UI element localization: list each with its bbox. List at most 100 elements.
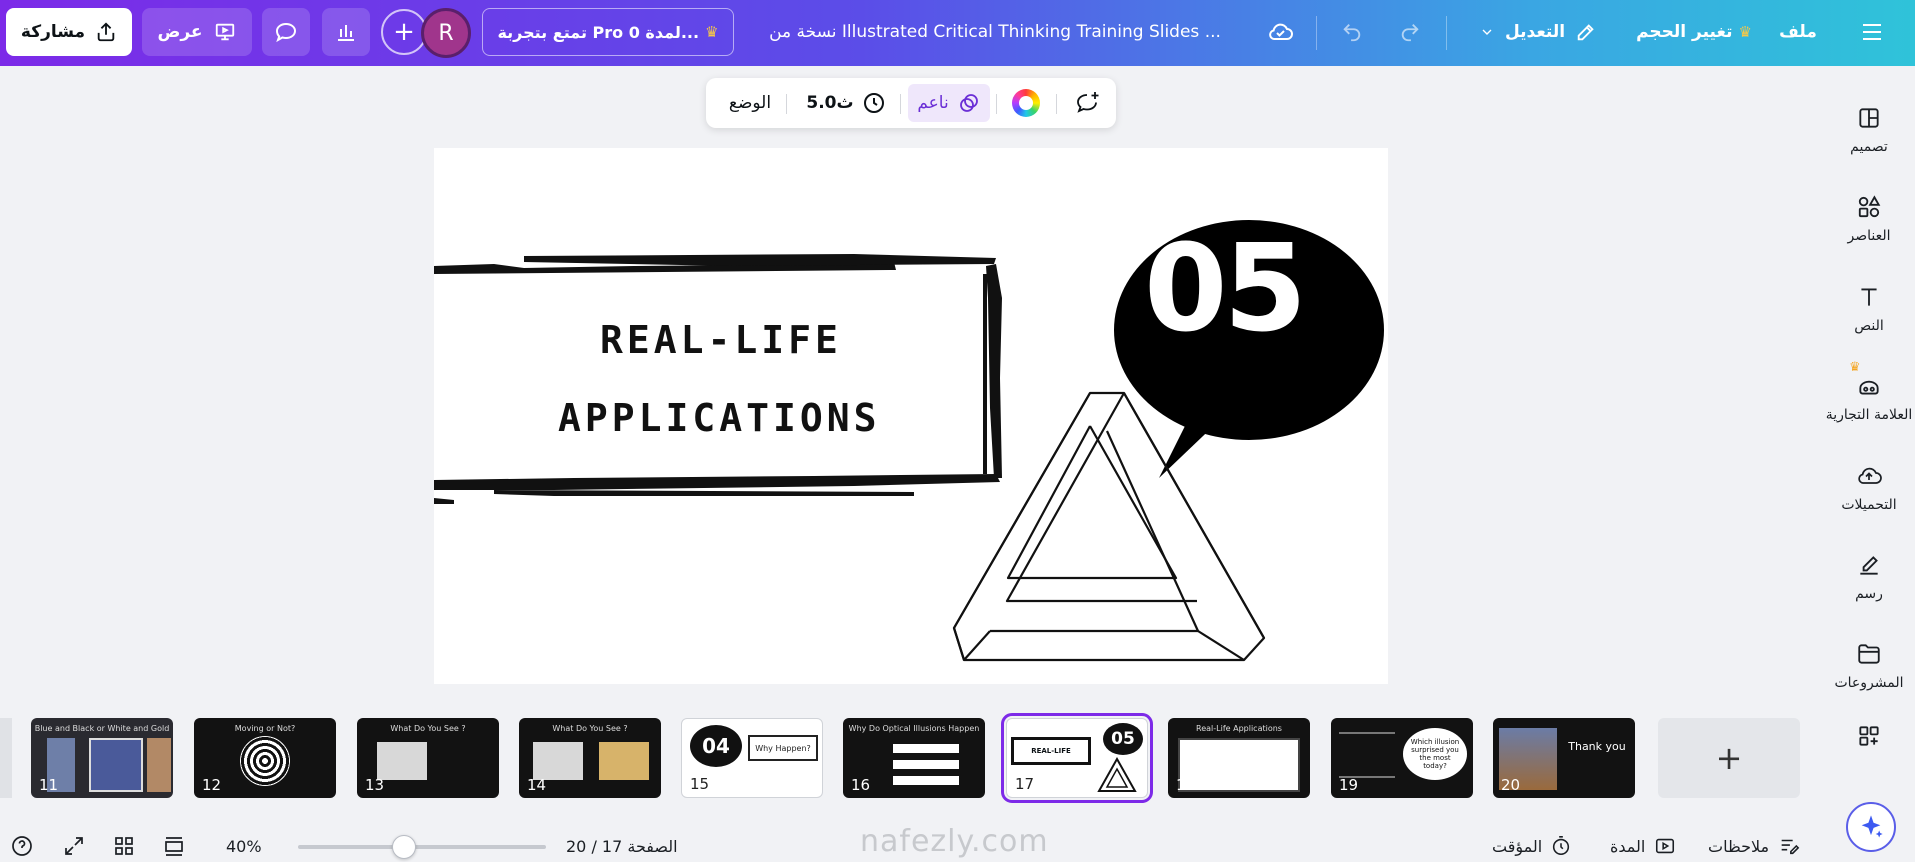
cloud-save-button[interactable] — [1258, 14, 1302, 50]
add-comment-button[interactable] — [1068, 84, 1108, 122]
page-thumbnail-17[interactable]: REAL-LIFE 05 17 — [1001, 713, 1153, 803]
main-menu-button[interactable] — [1850, 14, 1894, 50]
redo-button[interactable] — [1388, 14, 1432, 50]
thumbnail-title: Why Do Optical Illusions Happen — [848, 724, 980, 733]
crown-icon: ♛ — [705, 23, 719, 41]
insights-button[interactable] — [322, 8, 370, 56]
divider — [786, 94, 787, 114]
page-thumbnail-12[interactable]: Moving or Not? 12 — [194, 718, 336, 798]
folder-icon — [1858, 644, 1880, 664]
sidebar-item-label: العلامة التجارية — [1825, 407, 1913, 423]
zoom-slider[interactable] — [298, 835, 546, 859]
scroll-edge — [0, 718, 12, 798]
sidebar-item-projects[interactable]: المشروعات — [1823, 626, 1915, 706]
thumbnail-number: 11 — [39, 776, 59, 794]
pro-trial-button[interactable]: تمتع بتجربة Pro لمدة 0... ♛ — [482, 8, 734, 56]
brand-icon — [1859, 380, 1879, 395]
page-thumbnail-15[interactable]: 04 Why Happen? 15 — [681, 718, 823, 798]
animation-duration-button[interactable]: 5.0ث — [796, 84, 896, 122]
slide-title-line1[interactable]: REAL-LIFE — [600, 318, 842, 362]
page-thumbnail-20[interactable]: Thank you 20 — [1493, 718, 1635, 798]
file-menu[interactable]: ملف — [1770, 14, 1826, 50]
sidebar-item-label: تصميم — [1850, 139, 1888, 155]
present-label: عرض — [157, 22, 203, 42]
thumbnail-slide-title: REAL-LIFE — [1011, 737, 1091, 765]
crown-icon: ♛ — [1738, 23, 1752, 41]
divider — [1056, 94, 1057, 114]
sidebar-item-uploads[interactable]: التحميلات — [1823, 448, 1915, 528]
play-screen-icon — [1656, 838, 1675, 854]
pro-trial-label: تمتع بتجربة Pro لمدة 0... — [497, 22, 700, 42]
sidebar-item-label: النص — [1854, 318, 1884, 334]
page-thumbnail-19[interactable]: Which illusion surprised you the most to… — [1331, 718, 1473, 798]
sidebar-item-label: المشروعات — [1834, 675, 1904, 691]
undo-button[interactable] — [1330, 14, 1374, 50]
pages-icon — [165, 837, 183, 856]
notes-button[interactable]: ملاحظات — [1708, 832, 1801, 860]
divider — [996, 94, 997, 114]
add-page-button[interactable]: + — [1658, 718, 1800, 798]
chevron-down-icon — [1482, 29, 1492, 35]
share-button[interactable]: مشاركة — [6, 8, 132, 56]
design-icon — [1859, 108, 1879, 128]
sidebar-item-text[interactable]: النص — [1823, 269, 1915, 349]
side-panel: تصميم العناصر النص ♛ العلامة التجارية ال… — [1823, 66, 1915, 796]
expand-icon — [65, 837, 83, 855]
thumbnail-number: 14 — [527, 776, 547, 794]
bubble-number: 05 — [1103, 723, 1143, 755]
thumbnail-title: Which illusion surprised you the most to… — [1403, 728, 1467, 780]
timer-button[interactable]: المؤقت — [1492, 832, 1572, 860]
comment-button[interactable] — [262, 8, 310, 56]
sidebar-item-apps[interactable] — [1823, 716, 1915, 756]
sidebar-item-design[interactable]: تصميم — [1823, 90, 1915, 170]
page-thumbnail-14[interactable]: What Do You See ? 14 — [519, 718, 661, 798]
animation-style-button[interactable]: ناعم — [908, 84, 990, 122]
thumbnail-number: 20 — [1501, 776, 1521, 794]
grid-view-button[interactable] — [112, 832, 136, 860]
color-picker-button[interactable] — [1006, 84, 1046, 122]
page-thumbnail-11[interactable]: Blue and Black or White and Gold 11 — [31, 718, 173, 798]
page-thumbnail-18[interactable]: Real-Life Applications 18 — [1168, 718, 1310, 798]
text-box — [893, 760, 959, 769]
slide-title-line2[interactable]: APPLICATIONS — [558, 396, 881, 440]
thumbnail-number: 13 — [365, 776, 385, 794]
cloud-check-icon — [1269, 23, 1293, 40]
resize-button[interactable]: تغيير الحجم ♛ — [1630, 14, 1758, 50]
text-box — [893, 744, 959, 753]
sidebar-item-elements[interactable]: العناصر — [1823, 179, 1915, 259]
bar-chart-icon — [338, 25, 354, 41]
watermark: nafezly.com — [860, 824, 1049, 859]
fullscreen-button[interactable] — [62, 832, 86, 860]
zoom-slider-handle[interactable] — [391, 835, 416, 859]
document-title[interactable]: نسخة من Illustrated Critical Thinking Tr… — [760, 14, 1230, 50]
illusion-image — [240, 736, 290, 786]
thumbnail-number: 16 — [851, 776, 871, 794]
ai-assistant-button[interactable] — [1846, 802, 1896, 852]
position-button[interactable]: الوضع — [714, 84, 786, 122]
thumbnail-number: 17 — [1015, 775, 1035, 793]
thumbnail-number: 18 — [1176, 776, 1196, 794]
apps-icon — [1859, 726, 1879, 746]
sidebar-item-brand[interactable]: ♛ العلامة التجارية — [1823, 358, 1915, 438]
pages-view-button[interactable] — [162, 832, 186, 860]
page-thumbnails: Blue and Black or White and Gold 11 Movi… — [0, 712, 1820, 803]
thumbnail-title: Thank you — [1568, 740, 1626, 753]
duration-button[interactable]: المدة — [1610, 832, 1677, 860]
slide-canvas[interactable]: REAL-LIFE APPLICATIONS 05 — [434, 148, 1388, 684]
divider — [1446, 16, 1447, 50]
upload-icon — [1858, 467, 1882, 484]
zoom-level[interactable]: 40% — [226, 832, 262, 860]
avatar[interactable]: R — [421, 8, 471, 58]
illusion-image — [533, 742, 583, 780]
resize-label: تغيير الحجم — [1636, 22, 1733, 42]
present-button[interactable]: عرض — [142, 8, 252, 56]
slide-number[interactable]: 05 — [1144, 220, 1307, 359]
page-thumbnail-16[interactable]: Why Do Optical Illusions Happen 16 — [843, 718, 985, 798]
timer-label: المؤقت — [1492, 836, 1543, 856]
divider — [900, 94, 901, 114]
help-button[interactable] — [10, 832, 34, 860]
page-thumbnail-13[interactable]: What Do You See ? 13 — [357, 718, 499, 798]
edit-mode-dropdown[interactable]: التعديل — [1470, 14, 1606, 50]
sidebar-item-draw[interactable]: رسم — [1823, 537, 1915, 617]
duration-value: 5.0ث — [806, 93, 854, 113]
